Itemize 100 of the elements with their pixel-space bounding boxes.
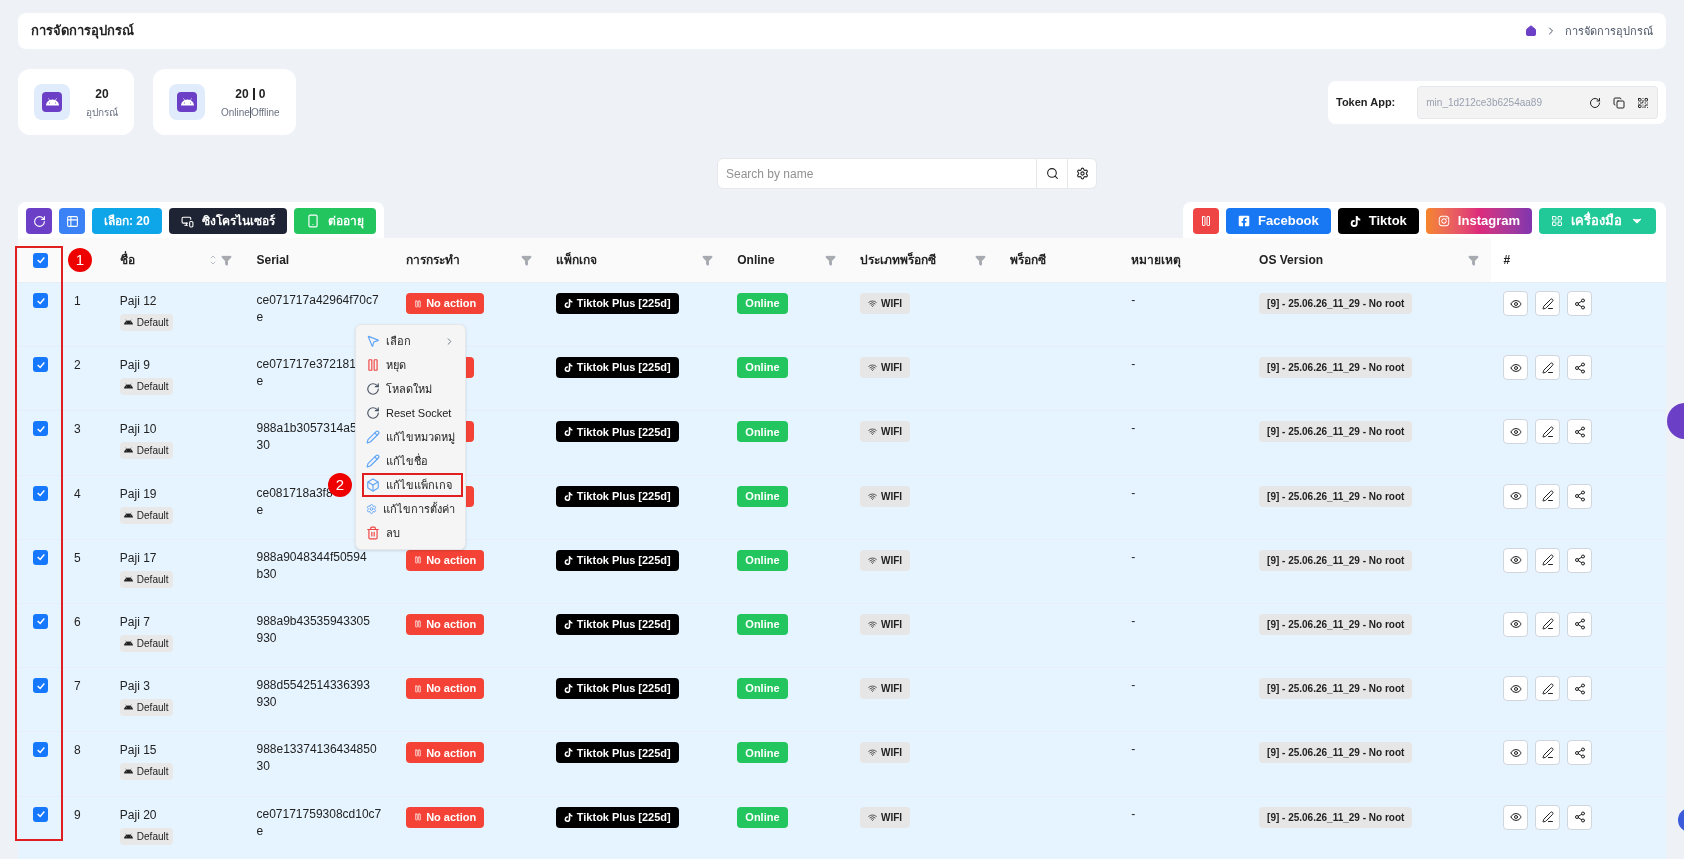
checkbox[interactable] xyxy=(33,293,48,308)
edit-button[interactable] xyxy=(1535,611,1561,637)
action-badge: No action xyxy=(406,742,485,764)
menu-item[interactable]: แก้ไขชื่อ xyxy=(356,449,465,473)
table-row[interactable]: 8 Paji 15 Default 988e13374136434850 30 No action Tiktok Plus [225d] Online WIFI - [9] - 25.06.26_11_29 - No root xyxy=(18,731,1666,796)
share-button[interactable] xyxy=(1567,355,1593,381)
row-number: 9 xyxy=(73,807,81,822)
checkbox[interactable] xyxy=(33,357,48,373)
share-icon xyxy=(1573,682,1586,695)
checkbox[interactable] xyxy=(33,613,48,629)
table-row[interactable]: 9 Paji 20 Default ce07171759308cd10c7 e No action Tiktok Plus [225d] Online WIFI - [9] - 25.06.26_11_29 - No root xyxy=(18,795,1666,859)
wifi-icon xyxy=(868,619,878,629)
device-name: Paji 7 xyxy=(119,613,150,631)
share-button[interactable] xyxy=(1567,804,1593,830)
view-button[interactable] xyxy=(1503,483,1529,509)
checkbox[interactable] xyxy=(33,806,48,822)
share-button[interactable] xyxy=(1567,611,1593,637)
table-row[interactable]: 6 Paji 7 Default 988a9b43535943305 930 No action Tiktok Plus [225d] Online WIFI - [9] - 25.06.26_11_29 - No root xyxy=(18,602,1666,668)
stat-value: 20 xyxy=(235,85,249,103)
refresh-icon[interactable] xyxy=(1589,96,1601,109)
edit-button[interactable] xyxy=(1535,355,1561,381)
os-version-badge: [9] - 25.06.26_11_29 - No root xyxy=(1259,293,1413,314)
pause-button[interactable] xyxy=(1193,208,1220,234)
checkbox[interactable] xyxy=(33,252,48,268)
android-icon xyxy=(123,574,133,584)
view-button[interactable] xyxy=(1503,740,1529,766)
qr-code-icon[interactable] xyxy=(1637,96,1649,109)
home-icon[interactable] xyxy=(1525,25,1537,37)
serial-text: ce081718a3f8 xyxy=(256,484,333,502)
menu-item[interactable]: หยุด xyxy=(356,353,465,377)
pointer-icon xyxy=(366,334,380,348)
tiktok-icon xyxy=(563,427,573,437)
pencil-icon xyxy=(1541,490,1554,503)
tiktok-icon xyxy=(1349,215,1361,227)
tiktok-button[interactable]: Tiktok xyxy=(1337,208,1419,234)
share-button[interactable] xyxy=(1567,547,1593,573)
checkbox[interactable] xyxy=(33,421,48,437)
proxy-type-badge: WIFI xyxy=(860,678,911,700)
share-icon xyxy=(1573,297,1586,310)
view-button[interactable] xyxy=(1503,676,1529,702)
pencil-icon xyxy=(366,454,380,468)
view-button[interactable] xyxy=(1503,547,1529,573)
view-button[interactable] xyxy=(1503,804,1529,830)
instagram-button[interactable]: Instagram xyxy=(1425,208,1532,234)
edit-button[interactable] xyxy=(1535,483,1561,509)
share-icon xyxy=(1573,746,1586,759)
eye-icon xyxy=(1509,811,1522,823)
note-text: - xyxy=(1131,485,1136,500)
edit-button[interactable] xyxy=(1535,419,1561,445)
page-title: การจัดการอุปกรณ์ xyxy=(31,22,134,41)
share-button[interactable] xyxy=(1567,676,1593,702)
facebook-button[interactable]: Facebook xyxy=(1226,208,1331,234)
stat-label: Online xyxy=(221,105,250,120)
search-button[interactable] xyxy=(1037,158,1068,189)
os-version-badge: [9] - 25.06.26_11_29 - No root xyxy=(1259,806,1413,828)
checkbox[interactable] xyxy=(33,485,48,501)
sync-button[interactable]: ซิงโครไนเซอร์ xyxy=(168,208,287,234)
view-button[interactable] xyxy=(1503,419,1529,445)
menu-item[interactable]: แก้ไขหมวดหมู่ xyxy=(356,425,465,449)
column-header: ประเภทพร็อกซี xyxy=(860,251,936,269)
refresh-button[interactable] xyxy=(26,208,52,234)
android-icon xyxy=(123,510,133,520)
view-button[interactable] xyxy=(1503,355,1529,381)
menu-item[interactable]: แก้ไขแพ็กเกจ xyxy=(362,473,463,497)
view-button[interactable] xyxy=(1503,611,1529,637)
status-badge: Online xyxy=(737,806,788,828)
column-header: ชื่อ xyxy=(119,251,135,269)
eye-icon xyxy=(1509,618,1522,631)
menu-item[interactable]: แก้ไขการตั้งค่า xyxy=(356,497,465,521)
table-row[interactable]: 5 Paji 17 Default 988a9048344f50594 b30 No action Tiktok Plus [225d] Online WIFI - [9] - 25.06.26_11_29 - No root xyxy=(18,538,1666,603)
action-badge: No action xyxy=(406,293,485,314)
table-row[interactable]: 7 Paji 3 Default 988d5542514336393 930 No action Tiktok Plus [225d] Online WIFI - [9] - 25.06.26_11_29 - No root xyxy=(18,667,1666,732)
edit-button[interactable] xyxy=(1535,804,1561,830)
checkbox[interactable] xyxy=(33,678,48,694)
share-button[interactable] xyxy=(1567,291,1593,316)
view-button[interactable] xyxy=(1503,291,1529,316)
group-tag: Default xyxy=(119,699,173,717)
checkbox[interactable] xyxy=(33,549,48,565)
share-button[interactable] xyxy=(1567,419,1593,445)
share-button[interactable] xyxy=(1567,483,1593,509)
group-tag: Default xyxy=(119,570,173,588)
checkbox[interactable] xyxy=(33,742,48,758)
edit-button[interactable] xyxy=(1535,740,1561,766)
edit-button[interactable] xyxy=(1535,676,1561,702)
copy-icon[interactable] xyxy=(1613,96,1625,109)
pencil-icon xyxy=(1541,297,1554,310)
serial-text: e xyxy=(256,501,264,519)
edit-button[interactable] xyxy=(1535,291,1561,316)
search-field[interactable]: Search by name xyxy=(717,158,1037,189)
share-button[interactable] xyxy=(1567,740,1593,766)
table-icon xyxy=(65,214,79,228)
settings-button[interactable] xyxy=(1068,158,1097,189)
android-icon xyxy=(123,703,133,713)
menu-item[interactable]: โหลดใหม่ xyxy=(356,377,465,401)
column-header: พร็อกซี xyxy=(1009,251,1046,269)
proxy-type-badge: WIFI xyxy=(860,613,911,635)
tiktok-icon xyxy=(563,491,573,501)
edit-button[interactable] xyxy=(1535,547,1561,573)
group-tag: Default xyxy=(119,827,173,845)
table-view-button[interactable] xyxy=(59,208,85,234)
